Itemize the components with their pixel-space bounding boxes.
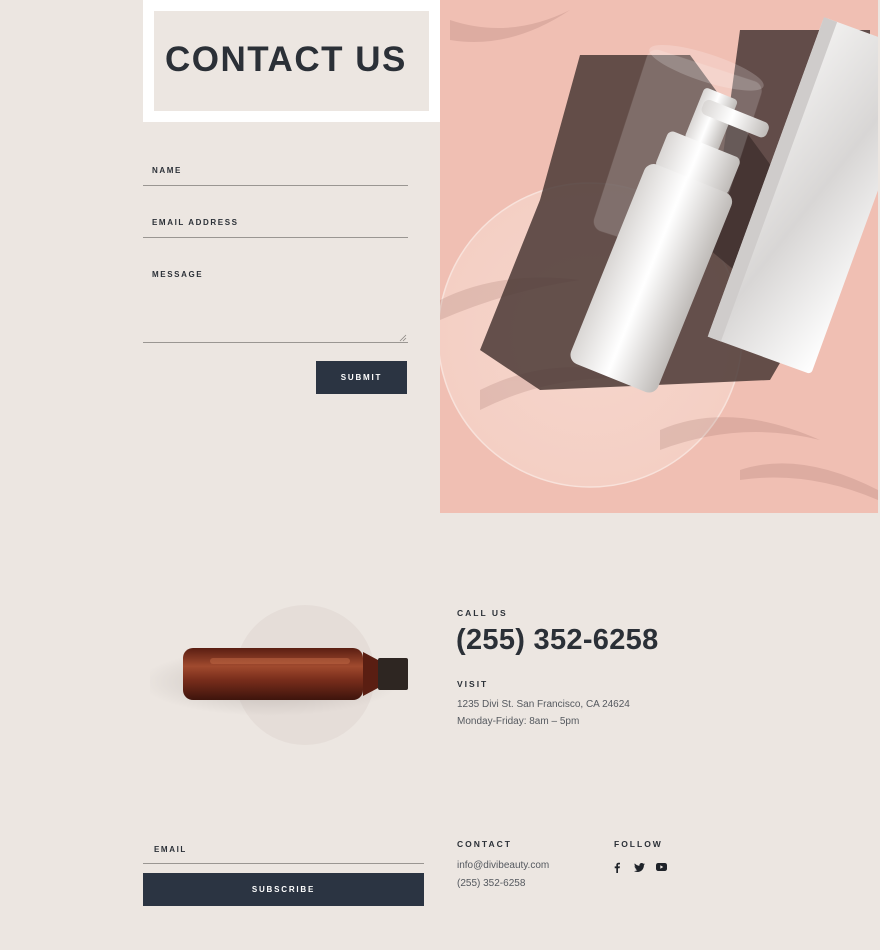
footer-follow-heading: FOLLOW	[614, 839, 663, 849]
contact-form: NAME EMAIL ADDRESS MESSAGE SUBMIT	[143, 150, 408, 395]
bottle-illustration	[140, 605, 408, 745]
submit-button[interactable]: SUBMIT	[316, 361, 407, 394]
subscribe-button[interactable]: SUBSCRIBE	[143, 873, 424, 906]
message-field-underline	[143, 342, 408, 343]
youtube-icon[interactable]	[655, 861, 667, 873]
newsletter-email-field[interactable]	[143, 836, 424, 863]
name-field[interactable]	[143, 158, 408, 186]
twitter-icon[interactable]	[633, 861, 645, 873]
call-us-label: CALL US	[457, 608, 508, 618]
hero-illustration	[440, 10, 878, 500]
email-field-underline	[143, 237, 408, 238]
facebook-icon[interactable]	[611, 861, 623, 873]
visit-label: VISIT	[457, 679, 489, 689]
hero-product-image	[440, 0, 878, 513]
phone-number[interactable]: (255) 352-6258	[456, 624, 659, 657]
footer-contact-email[interactable]: info@divibeauty.com	[457, 860, 549, 871]
newsletter-email-underline	[143, 863, 424, 864]
bottle-product-image	[140, 600, 420, 750]
footer-contact-phone: (255) 352-6258	[457, 878, 526, 889]
message-field[interactable]	[143, 262, 408, 342]
page-title: CONTACT US	[165, 40, 407, 79]
footer-contact-heading: CONTACT	[457, 839, 512, 849]
address-text: 1235 Divi St. San Francisco, CA 24624	[457, 699, 630, 710]
social-links	[611, 861, 667, 873]
resize-handle-icon[interactable]	[399, 334, 407, 342]
hours-text: Monday-Friday: 8am – 5pm	[457, 716, 580, 727]
name-field-underline	[143, 185, 408, 186]
email-field[interactable]	[143, 210, 408, 238]
